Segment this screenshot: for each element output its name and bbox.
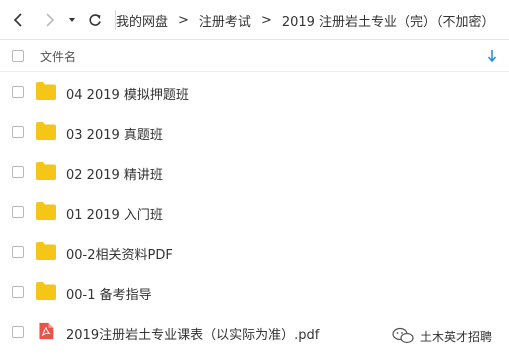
row-checkbox[interactable] [12, 166, 24, 178]
toolbar: 我的网盘 > 注册考试 > 2019 注册岩土专业（完）（不加密） [0, 0, 509, 40]
wechat-icon [392, 327, 414, 344]
refresh-icon [89, 14, 101, 26]
row-checkbox[interactable] [12, 206, 24, 218]
file-name: 2019注册岩土专业课表（以实际为准）.pdf [66, 328, 320, 343]
folder-icon [36, 282, 56, 300]
watermark-text: 土木英才招聘 [420, 329, 493, 344]
folder-icon [36, 122, 56, 140]
list-header: 文件名 [0, 40, 509, 72]
breadcrumb-item-root[interactable]: 我的网盘 [116, 11, 168, 30]
breadcrumb-separator: > [178, 12, 189, 28]
select-all-checkbox[interactable] [12, 50, 24, 62]
sort-down-arrow-icon[interactable] [486, 49, 498, 63]
chevron-left-icon [13, 13, 22, 27]
row-checkbox[interactable] [12, 326, 24, 338]
file-name: 02 2019 精讲班 [66, 168, 163, 183]
breadcrumb-item-current[interactable]: 2019 注册岩土专业（完）（不加密） [282, 11, 495, 30]
list-item[interactable]: 02 2019 精讲班 [0, 152, 509, 192]
file-name: 00-2相关资料PDF [66, 248, 173, 263]
list-item[interactable]: 00-1 备考指导 [0, 272, 509, 312]
breadcrumb-separator: > [260, 12, 272, 28]
list-item[interactable]: 04 2019 模拟押题班 [0, 72, 509, 112]
history-dropdown-button[interactable] [66, 10, 78, 30]
folder-icon [36, 82, 56, 100]
file-name: 04 2019 模拟押题班 [66, 88, 189, 103]
file-name: 03 2019 真题班 [66, 128, 163, 143]
row-checkbox[interactable] [12, 86, 24, 98]
forward-button[interactable] [40, 10, 58, 30]
chevron-right-icon [46, 13, 55, 27]
column-header-filename[interactable]: 文件名 [40, 48, 76, 65]
breadcrumb: 我的网盘 > 注册考试 > 2019 注册岩土专业（完）（不加密） [116, 0, 495, 40]
list-item[interactable]: 03 2019 真题班 [0, 112, 509, 152]
row-checkbox[interactable] [12, 286, 24, 298]
file-name: 00-1 备考指导 [66, 288, 152, 303]
folder-icon [36, 162, 56, 180]
watermark: 土木英才招聘 [392, 325, 492, 347]
list-item[interactable]: 00-2相关资料PDF [0, 232, 509, 272]
back-button[interactable] [10, 10, 28, 30]
refresh-button[interactable] [86, 10, 104, 30]
pdf-file-icon [39, 322, 54, 340]
file-name: 01 2019 入门班 [66, 208, 163, 223]
row-checkbox[interactable] [12, 246, 24, 258]
list-item[interactable]: 01 2019 入门班 [0, 192, 509, 232]
folder-icon [36, 202, 56, 220]
caret-down-icon [69, 18, 75, 22]
folder-icon [36, 242, 56, 260]
row-checkbox[interactable] [12, 126, 24, 138]
breadcrumb-item-exam[interactable]: 注册考试 [199, 11, 251, 30]
